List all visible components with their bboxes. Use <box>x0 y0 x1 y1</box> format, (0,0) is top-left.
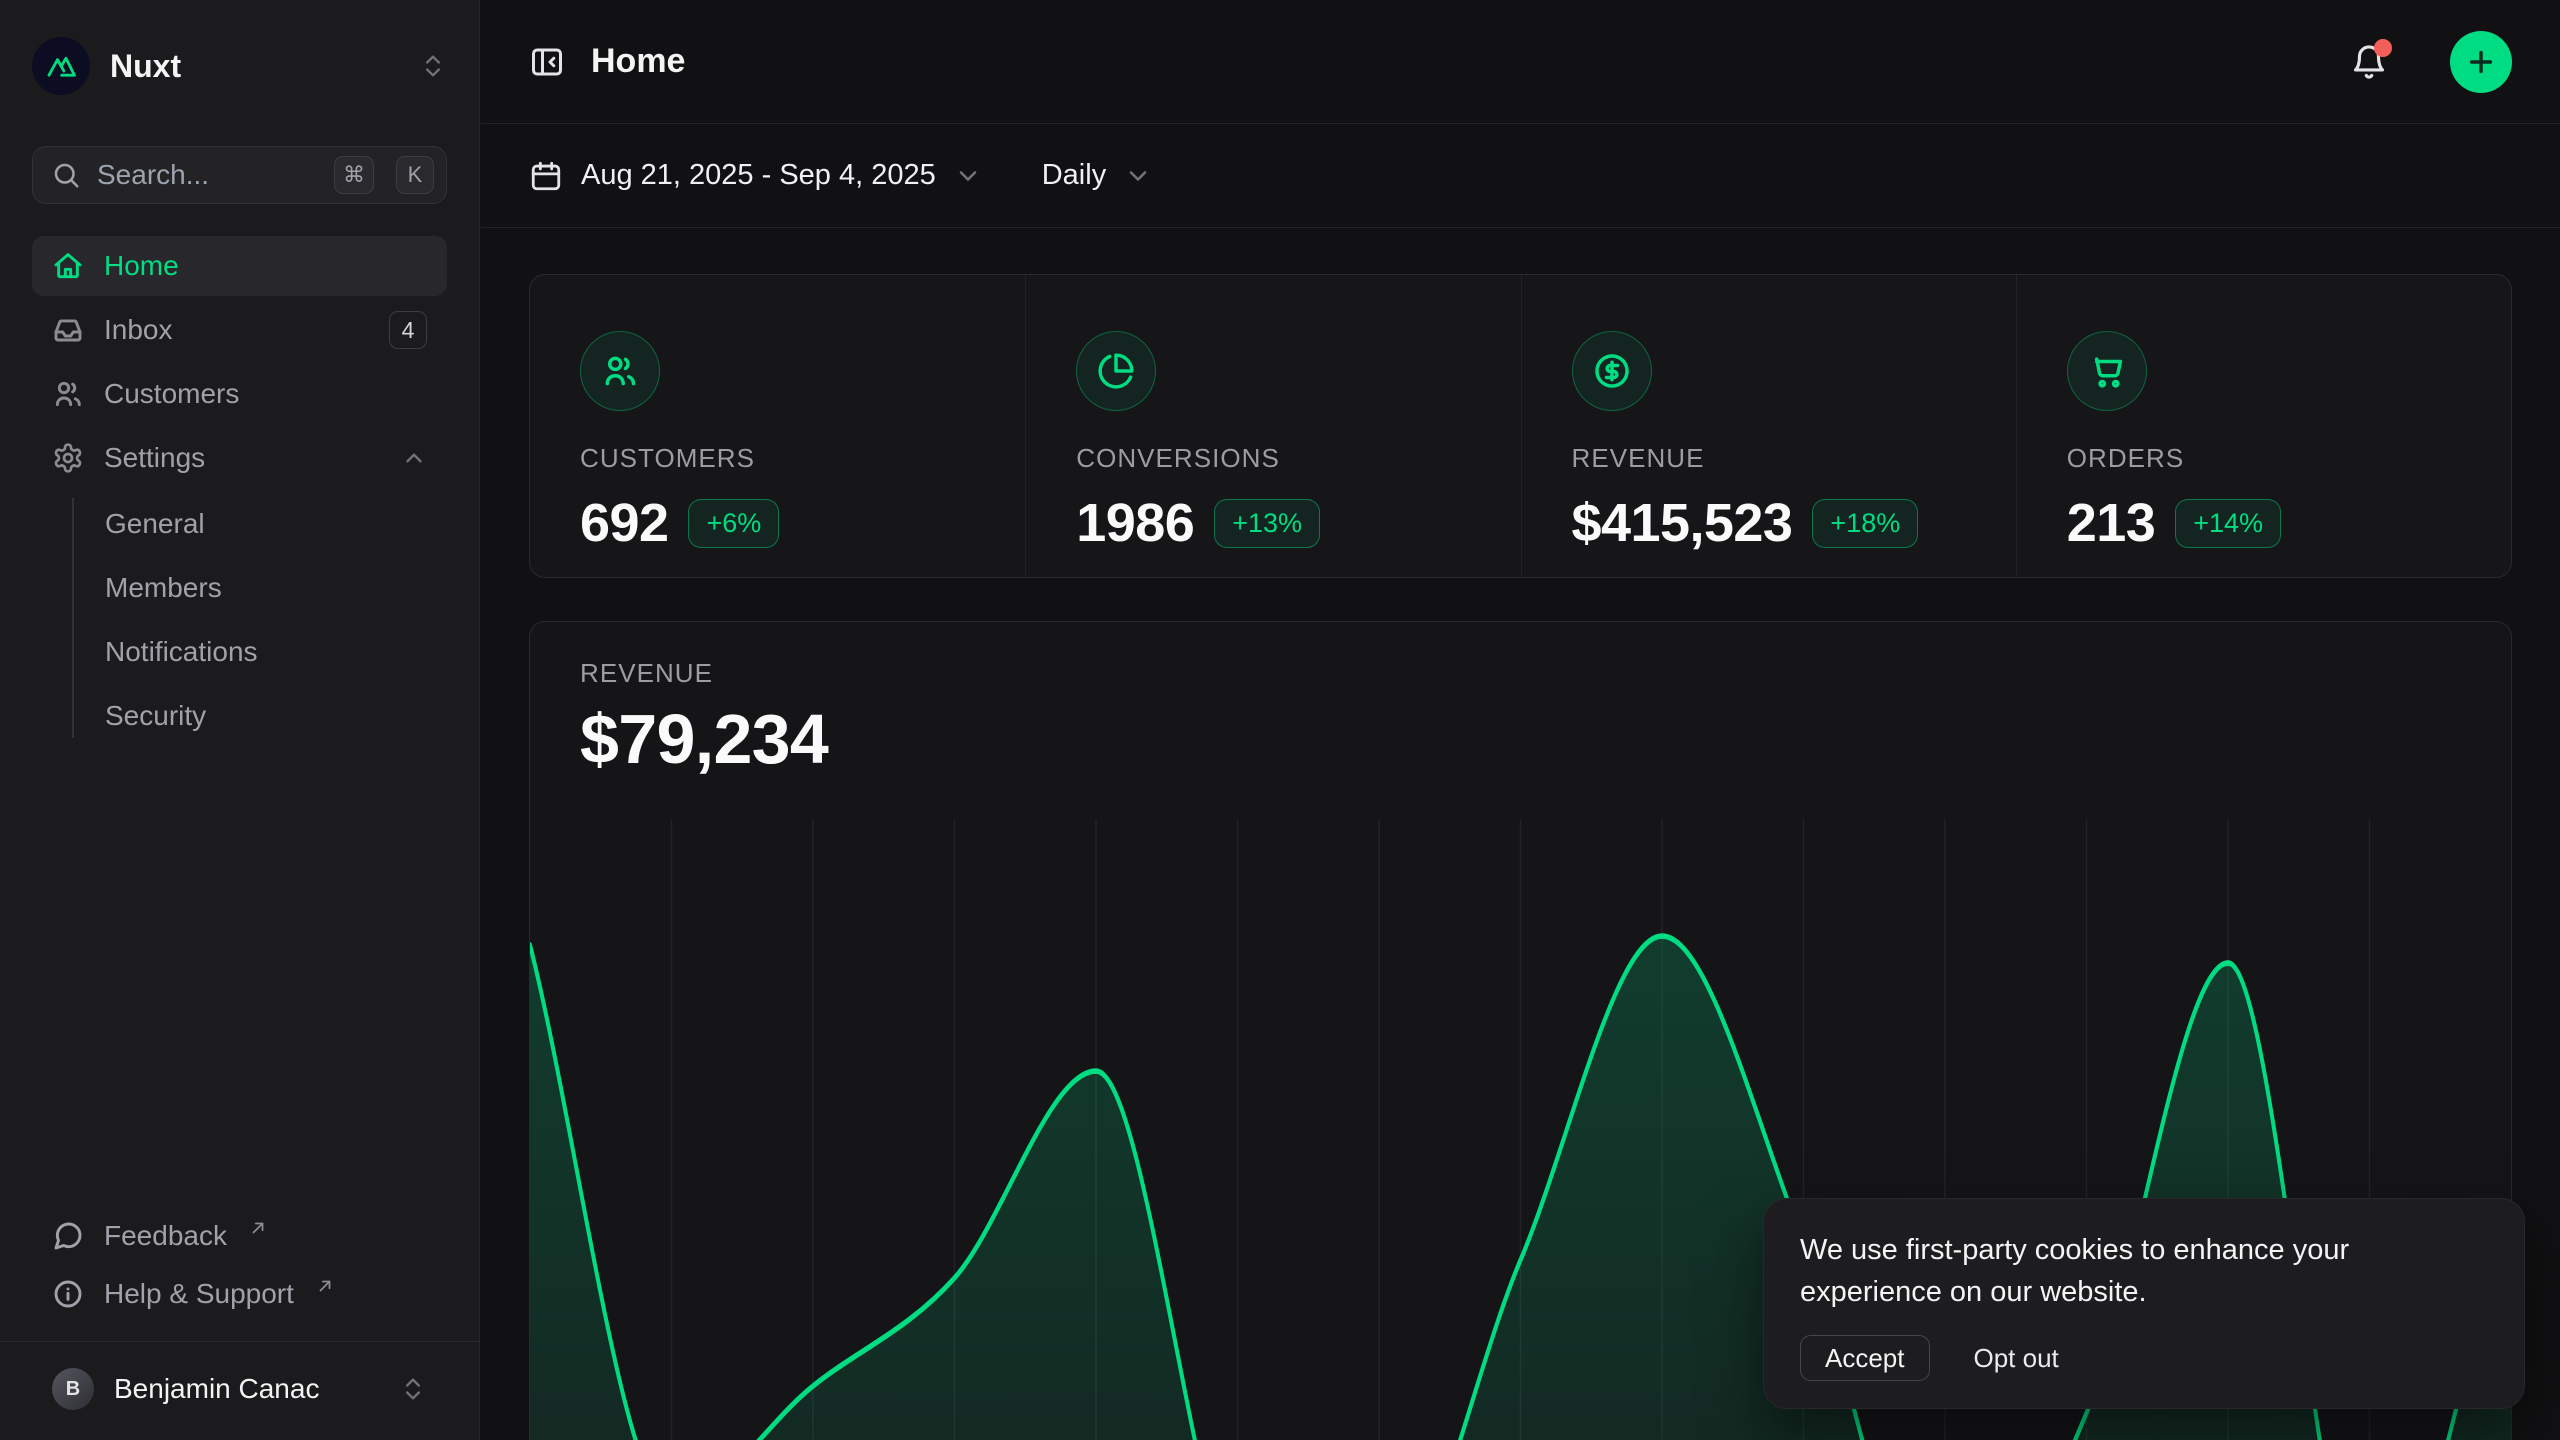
stat-revenue[interactable]: REVENUE $415,523 +18% <box>1521 275 2016 577</box>
opt-out-button[interactable]: Opt out <box>1974 1343 2059 1374</box>
notifications-button[interactable] <box>2350 43 2388 81</box>
cookie-banner: We use first-party cookies to enhance yo… <box>1763 1198 2525 1409</box>
stat-delta-badge: +14% <box>2175 499 2281 548</box>
home-icon <box>52 250 84 282</box>
inbox-count-badge: 4 <box>389 311 427 349</box>
sidebar-item-home[interactable]: Home <box>32 236 447 296</box>
accept-cookies-button[interactable]: Accept <box>1800 1335 1930 1381</box>
granularity-value: Daily <box>1042 159 1106 192</box>
feedback-link[interactable]: Feedback <box>32 1207 447 1265</box>
date-range-picker[interactable]: Aug 21, 2025 - Sep 4, 2025 <box>529 159 982 193</box>
stat-conversions[interactable]: CONVERSIONS 1986 +13% <box>1025 275 1520 577</box>
inbox-icon <box>52 314 84 346</box>
shopping-cart-icon <box>2067 331 2147 411</box>
sidebar-item-customers[interactable]: Customers <box>32 364 447 424</box>
granularity-select[interactable]: Daily <box>1042 159 1152 192</box>
filters-toolbar: Aug 21, 2025 - Sep 4, 2025 Daily <box>481 124 2560 228</box>
sidebar-item-security[interactable]: Security <box>105 684 447 748</box>
pie-chart-icon <box>1076 331 1156 411</box>
kbd-cmd: ⌘ <box>334 156 374 194</box>
stat-delta-badge: +18% <box>1812 499 1918 548</box>
subnav-label: Notifications <box>105 636 258 668</box>
settings-subnav: General Members Notifications Security <box>32 492 447 748</box>
user-name: Benjamin Canac <box>114 1373 379 1405</box>
cookie-message: We use first-party cookies to enhance yo… <box>1800 1229 2440 1313</box>
stat-value: $415,523 <box>1572 492 1793 554</box>
customers-icon <box>52 378 84 410</box>
page-header: Home <box>481 0 2560 124</box>
chevron-down-icon <box>954 162 982 190</box>
collapse-sidebar-icon[interactable] <box>529 44 565 80</box>
page-title: Home <box>591 42 2324 81</box>
revenue-chart-header: REVENUE $79,234 <box>530 622 2511 779</box>
sidebar-item-label: Settings <box>104 442 381 474</box>
chevron-up-icon <box>401 445 427 471</box>
sidebar-item-inbox[interactable]: Inbox 4 <box>32 300 447 360</box>
stats-panel: CUSTOMERS 692 +6% CONVERSIONS 1986 +13% <box>529 274 2512 578</box>
help-support-label: Help & Support <box>104 1278 294 1310</box>
team-selector[interactable]: Nuxt <box>32 36 447 96</box>
chevron-down-icon <box>1124 162 1152 190</box>
sidebar-item-general[interactable]: General <box>105 492 447 556</box>
subnav-label: Members <box>105 572 222 604</box>
revenue-chart-label: REVENUE <box>580 658 2461 689</box>
stat-value: 692 <box>580 492 668 554</box>
external-link-icon <box>249 1219 267 1237</box>
stat-label: ORDERS <box>2067 443 2511 474</box>
add-button[interactable] <box>2450 31 2512 93</box>
revenue-chart-value: $79,234 <box>580 699 2461 779</box>
calendar-icon <box>529 159 563 193</box>
stat-delta-badge: +13% <box>1214 499 1320 548</box>
message-bubble-icon <box>52 1220 84 1252</box>
subnav-label: Security <box>105 700 206 732</box>
settings-gear-icon <box>52 442 84 474</box>
subnav-guide-line <box>72 498 74 738</box>
cookie-actions: Accept Opt out <box>1800 1335 2488 1381</box>
external-link-icon <box>316 1277 334 1295</box>
stat-delta-badge: +6% <box>688 499 779 548</box>
circle-dollar-icon <box>1572 331 1652 411</box>
subnav-label: General <box>105 508 205 540</box>
avatar: B <box>52 1368 94 1410</box>
kbd-k: K <box>396 156 434 194</box>
sidebar-footer: Feedback Help & Support <box>32 1207 447 1323</box>
sidebar-nav: Home Inbox 4 Customers Settings <box>32 236 447 748</box>
chevrons-up-down-icon <box>419 52 447 80</box>
chevrons-up-down-icon <box>399 1375 427 1403</box>
sidebar-item-settings[interactable]: Settings <box>32 428 447 488</box>
stat-label: REVENUE <box>1572 443 2016 474</box>
sidebar-spacer <box>0 748 479 1207</box>
nuxt-logo-icon <box>32 37 90 95</box>
stat-label: CONVERSIONS <box>1076 443 1520 474</box>
sidebar-item-members[interactable]: Members <box>105 556 447 620</box>
sidebar-item-label: Inbox <box>104 314 369 346</box>
user-menu[interactable]: B Benjamin Canac <box>32 1358 447 1420</box>
help-support-link[interactable]: Help & Support <box>32 1265 447 1323</box>
sidebar-item-notifications[interactable]: Notifications <box>105 620 447 684</box>
sidebar-item-label: Customers <box>104 378 239 410</box>
stat-orders[interactable]: ORDERS 213 +14% <box>2016 275 2511 577</box>
plus-icon <box>2465 46 2497 78</box>
sidebar-item-label: Home <box>104 250 179 282</box>
stat-value: 1986 <box>1076 492 1194 554</box>
search-placeholder: Search... <box>97 159 318 191</box>
stat-value: 213 <box>2067 492 2155 554</box>
sidebar: Nuxt Search... ⌘ K Home Inbox 4 <box>0 0 480 1440</box>
feedback-label: Feedback <box>104 1220 227 1252</box>
search-input[interactable]: Search... ⌘ K <box>32 146 447 204</box>
info-circle-icon <box>52 1278 84 1310</box>
users-icon <box>580 331 660 411</box>
date-range-value: Aug 21, 2025 - Sep 4, 2025 <box>581 159 936 192</box>
stat-label: CUSTOMERS <box>580 443 1025 474</box>
notification-dot <box>2374 39 2392 57</box>
team-name: Nuxt <box>110 48 399 85</box>
sidebar-user-section: B Benjamin Canac <box>0 1341 479 1440</box>
stat-customers[interactable]: CUSTOMERS 692 +6% <box>530 275 1025 577</box>
search-icon <box>51 160 81 190</box>
